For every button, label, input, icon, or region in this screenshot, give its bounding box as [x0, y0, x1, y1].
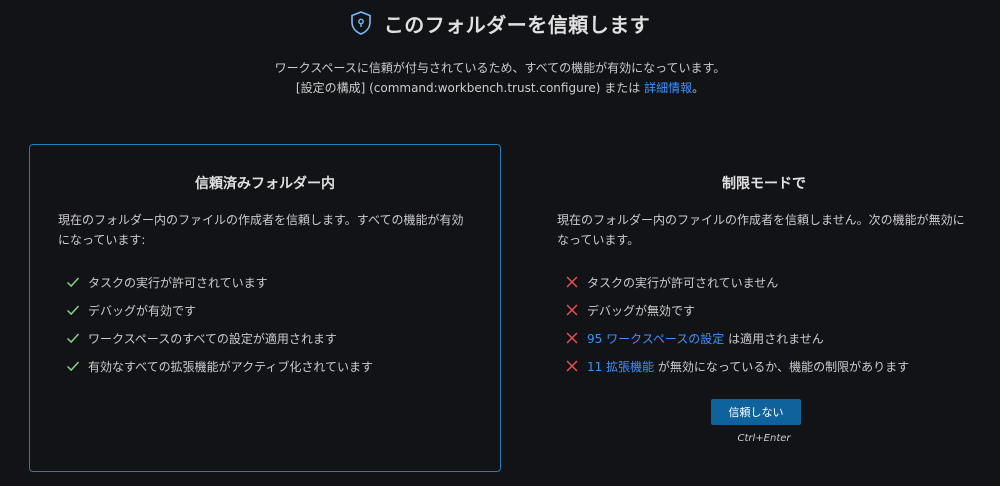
list-item-text: デバッグが無効です	[587, 303, 696, 318]
page-header: このフォルダーを信頼します	[0, 8, 1000, 38]
subtitle: ワークスペースに信頼が付与されているため、すべての機能が有効になっています。 […	[0, 58, 1000, 98]
trusted-card[interactable]: 信頼済みフォルダー内 現在のフォルダー内のファイルの作成者を信頼します。すべての…	[29, 144, 501, 472]
check-icon	[66, 305, 80, 316]
x-icon	[566, 360, 578, 372]
dont-trust-button[interactable]: 信頼しない	[711, 399, 801, 425]
list-item-text: が無効になっているか、機能の制限があります	[654, 359, 910, 374]
list-item: ワークスペースのすべての設定が適用されます	[58, 324, 472, 352]
check-icon	[66, 361, 80, 372]
x-icon	[566, 304, 578, 316]
list-item: タスクの実行が許可されていません	[557, 268, 971, 296]
subtitle-line-2: [設定の構成] (command:workbench.trust.configu…	[0, 78, 1000, 98]
restricted-card-description: 現在のフォルダー内のファイルの作成者を信頼しません。次の機能が無効になっています…	[557, 213, 965, 247]
list-item-text: ワークスペースのすべての設定が適用されます	[88, 331, 337, 346]
learn-more-link[interactable]: 詳細情報	[644, 81, 692, 95]
trusted-feature-list: タスクの実行が許可されています デバッグが有効です ワークスペースのすべての設定…	[58, 268, 472, 380]
list-item-text: デバッグが有効です	[88, 303, 197, 318]
subtitle-line-1: ワークスペースに信頼が付与されているため、すべての機能が有効になっています。	[274, 61, 726, 75]
restricted-card-title: 制限モードで	[722, 176, 806, 192]
trusted-card-description: 現在のフォルダー内のファイルの作成者を信頼します。すべての機能が有効になっていま…	[58, 213, 464, 247]
check-icon	[66, 333, 80, 344]
list-item: 11 拡張機能 が無効になっているか、機能の制限があります	[557, 352, 971, 380]
page-title: このフォルダーを信頼します	[383, 12, 651, 37]
list-item: タスクの実行が許可されています	[58, 268, 472, 296]
check-icon	[66, 277, 80, 288]
list-item: 有効なすべての拡張機能がアクティブ化されています	[58, 352, 472, 380]
trusted-card-title: 信頼済みフォルダー内	[195, 176, 335, 192]
list-item-text: タスクの実行が許可されています	[88, 275, 268, 290]
list-item-text: は適用されません	[724, 331, 824, 346]
keyboard-shortcut-hint: Ctrl+Enter	[737, 433, 791, 444]
shield-icon	[350, 11, 372, 35]
x-icon	[566, 276, 578, 288]
extensions-link[interactable]: 11 拡張機能	[587, 360, 654, 374]
subtitle-configure-text: [設定の構成] (command:workbench.trust.configu…	[295, 81, 645, 95]
list-item: デバッグが無効です	[557, 296, 971, 324]
x-icon	[566, 332, 578, 344]
list-item: デバッグが有効です	[58, 296, 472, 324]
workspace-settings-link[interactable]: 95 ワークスペースの設定	[587, 332, 724, 346]
subtitle-period: 。	[692, 81, 705, 95]
list-item: 95 ワークスペースの設定 は適用されません	[557, 324, 971, 352]
list-item-text: タスクの実行が許可されていません	[587, 275, 779, 290]
list-item-text: 有効なすべての拡張機能がアクティブ化されています	[88, 359, 374, 374]
restricted-card[interactable]: 制限モードで 現在のフォルダー内のファイルの作成者を信頼しません。次の機能が無効…	[528, 144, 1000, 472]
restricted-feature-list: タスクの実行が許可されていません デバッグが無効です 95 ワークスペースの設定…	[557, 268, 971, 380]
